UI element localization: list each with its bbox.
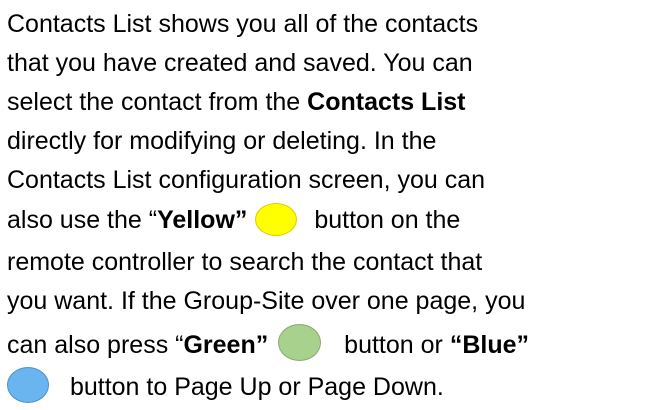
- paragraph-line: button to Page Up or Page Down.: [7, 367, 667, 410]
- paragraph-line: Contacts List shows you all of the conta…: [7, 8, 667, 47]
- line-text: you want. If the Group-Site over one pag…: [7, 287, 526, 315]
- paragraph-line: Contacts List configuration screen, you …: [7, 164, 667, 203]
- line-text: Contacts List shows you all of the conta…: [7, 10, 479, 38]
- green-button-label: Green”: [183, 331, 269, 359]
- paragraph-line: you want. If the Group-Site over one pag…: [7, 285, 667, 324]
- line-text: also use the “: [7, 206, 158, 234]
- line-text: button or: [337, 331, 450, 359]
- green-button-icon: [278, 324, 322, 361]
- paragraph-line: also use the “Yellow” button on the: [7, 203, 667, 246]
- paragraph-line: can also press “Green” button or “Blue”: [7, 324, 667, 367]
- paragraph-line: remote controller to search the contact …: [7, 246, 667, 285]
- paragraph-line: directly for modifying or deleting. In t…: [7, 125, 667, 164]
- paragraph-line: that you have created and saved. You can: [7, 47, 667, 86]
- paragraph-line: select the contact from the Contacts Lis…: [7, 86, 667, 125]
- blue-button-icon: [7, 367, 49, 403]
- line-text: remote controller to search the contact …: [7, 248, 483, 276]
- line-text: button to Page Up or Page Down.: [63, 373, 444, 401]
- line-text: Contacts List configuration screen, you …: [7, 166, 486, 194]
- yellow-button-icon: [255, 203, 298, 236]
- line-text: directly for modifying or deleting. In t…: [7, 127, 437, 155]
- line-text: can also press “: [7, 331, 184, 359]
- line-text: button on the: [307, 206, 461, 234]
- line-text: that you have created and saved. You can: [7, 49, 473, 77]
- line-text: select the contact from the: [7, 88, 308, 116]
- contacts-list-term: Contacts List: [307, 88, 466, 116]
- yellow-button-label: Yellow”: [157, 206, 248, 234]
- document-paragraph: Contacts List shows you all of the conta…: [7, 8, 667, 410]
- blue-button-label: “Blue”: [449, 331, 529, 359]
